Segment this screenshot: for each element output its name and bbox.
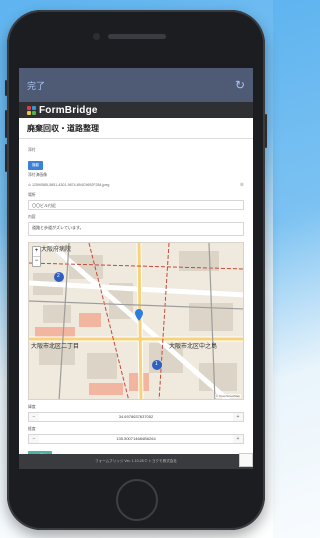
zoom-in-button[interactable]: +: [33, 247, 40, 256]
map-label-right: 大阪市北区中之島: [169, 344, 218, 350]
zoom-controls: + −: [32, 246, 41, 267]
map-label-left: 大阪市北区二丁目: [31, 344, 80, 350]
volume-down-button: [5, 144, 7, 172]
home-button[interactable]: [116, 479, 158, 521]
front-camera: [93, 33, 100, 40]
place-field[interactable]: 〇〇ビル付近: [28, 200, 244, 210]
longitude-label: 経度: [28, 427, 36, 431]
brand-bar: FormBridge: [19, 102, 253, 118]
map-canvas: [29, 243, 243, 399]
refresh-icon[interactable]: ↻: [235, 79, 245, 91]
latitude-label: 緯度: [28, 405, 36, 409]
map-label-top: 大阪府病院: [41, 247, 72, 253]
file-row: ⊙ 12590585-5851-4301-9874-894C9692F284.j…: [28, 182, 244, 188]
photo-label: 添付: [28, 148, 36, 152]
app-screen: 完了 ↻ FormBridge 廃棄回収・道路整理 添付 撮影 添付済画像 ⊙ …: [19, 68, 253, 469]
longitude-stepper: − 135.500714684B6264 +: [28, 434, 244, 444]
remove-file-icon[interactable]: ⊗: [240, 182, 244, 188]
latitude-decrement-button[interactable]: −: [29, 413, 39, 421]
earpiece-speaker: [108, 34, 166, 39]
power-button: [265, 114, 267, 148]
zoom-out-button[interactable]: −: [33, 256, 40, 266]
longitude-increment-button[interactable]: +: [233, 435, 243, 443]
formbridge-logo-icon: [27, 105, 36, 115]
latitude-increment-button[interactable]: +: [233, 413, 243, 421]
page-title: 廃棄回収・道路整理: [19, 118, 253, 139]
footer: フォームブリッジ Ver. 1.10.28 © トヨクモ株式会社: [19, 454, 253, 469]
content-textarea[interactable]: 道路と歩道がズレています。: [28, 222, 244, 236]
content-label: 内容: [28, 215, 36, 219]
mute-switch: [5, 80, 7, 96]
longitude-decrement-button[interactable]: −: [29, 435, 39, 443]
brand-name: FormBridge: [39, 104, 98, 116]
route-shield-2: 2: [57, 273, 60, 279]
location-map[interactable]: + − 大阪府病院 大阪市北区二丁目 大阪市北区中之島 2 1 © OpenSt…: [28, 242, 244, 400]
take-photo-button[interactable]: 撮影: [28, 161, 44, 170]
latitude-value[interactable]: 34.6978637637052: [39, 413, 233, 421]
form-body: 添付 撮影 添付済画像 ⊙ 12590585-5851-4301-9874-89…: [19, 139, 253, 463]
route-shield-1: 1: [155, 361, 158, 367]
place-label: 場所: [28, 193, 36, 197]
recaptcha-badge-icon[interactable]: [239, 453, 253, 467]
volume-up-button: [5, 110, 7, 138]
done-button[interactable]: 完了: [27, 79, 45, 92]
longitude-value[interactable]: 135.500714684B6264: [39, 435, 233, 443]
nav-bar: 完了 ↻: [19, 68, 253, 102]
latitude-stepper: − 34.6978637637052 +: [28, 412, 244, 422]
attached-file-name[interactable]: ⊙ 12590585-5851-4301-9874-894C9692F284.j…: [28, 183, 109, 187]
map-attribution: © OpenStreetMap: [214, 394, 241, 398]
file-caption: 添付済画像: [28, 173, 47, 177]
